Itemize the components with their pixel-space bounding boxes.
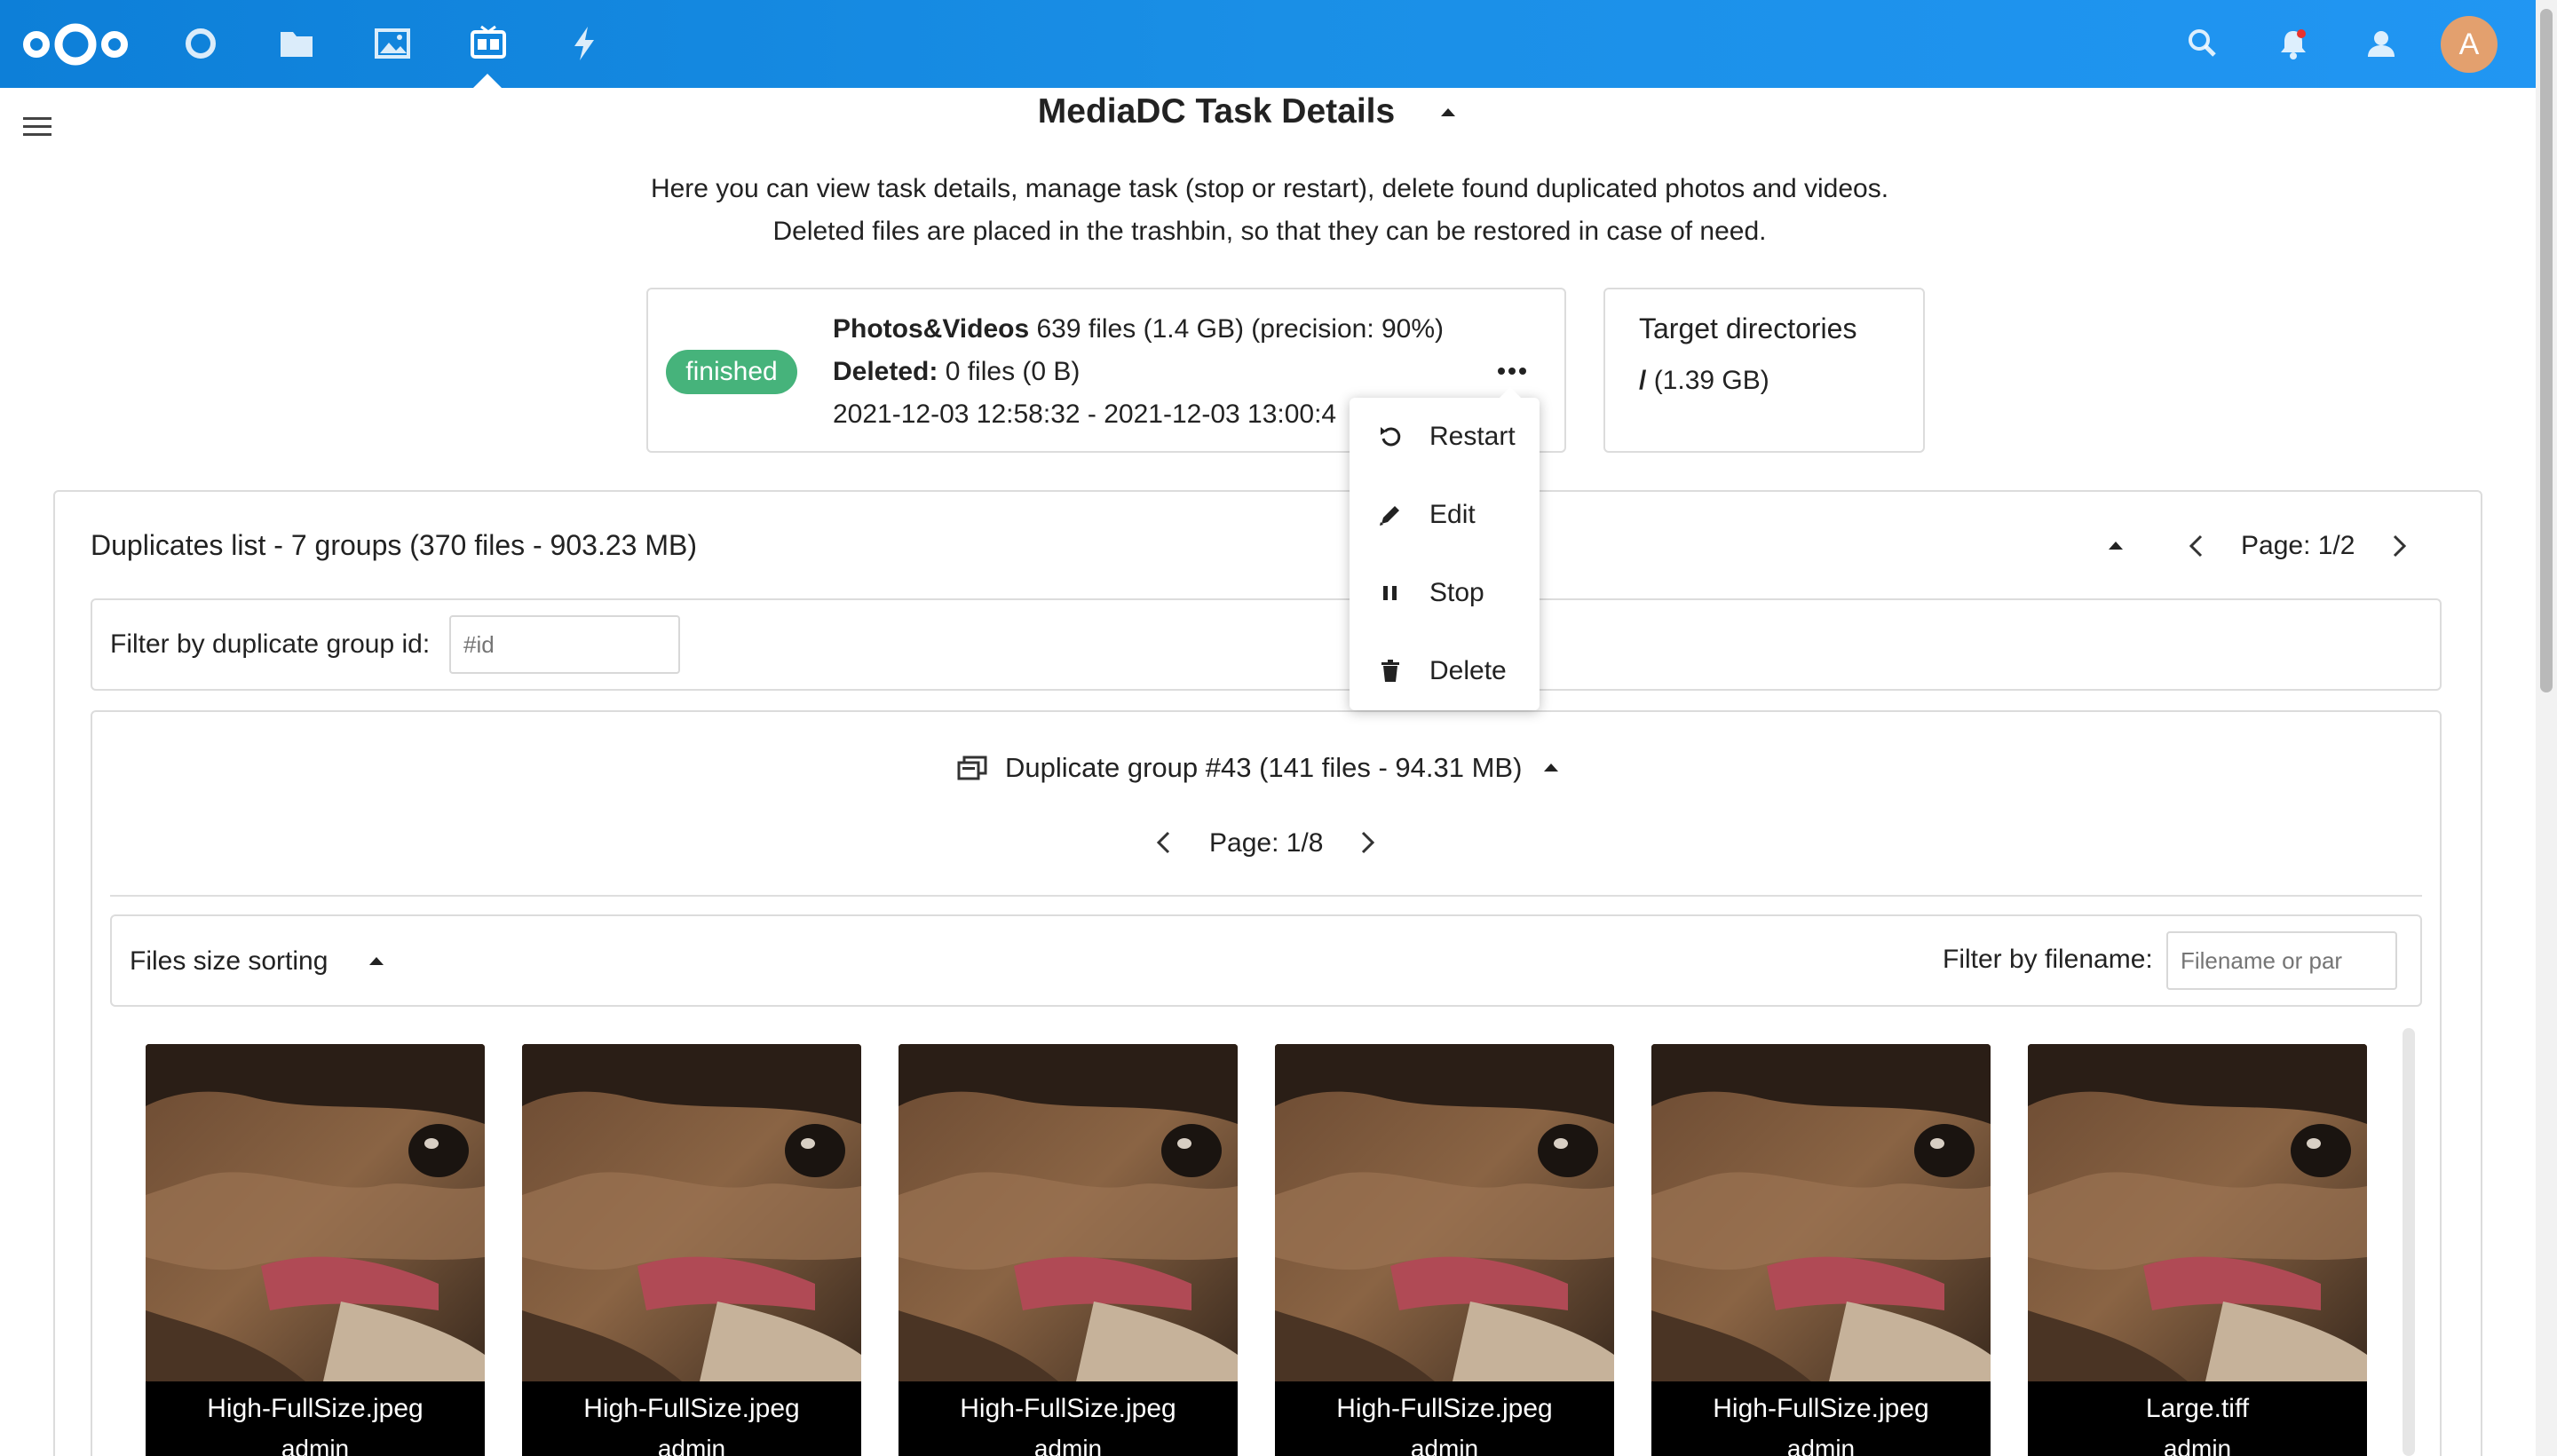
files-size-sorting-label[interactable]: Files size sorting <box>130 946 328 977</box>
duplicate-group-icon <box>957 754 987 782</box>
trash-icon <box>1376 657 1405 685</box>
files-scrollbar[interactable] <box>2403 1028 2415 1456</box>
menu-pointer <box>1499 387 1522 399</box>
next-page-icon[interactable] <box>2385 533 2411 559</box>
prev-page-icon[interactable] <box>2184 533 2211 559</box>
file-thumbnail-card[interactable]: High-FullSize.jpeg admin <box>146 1044 485 1456</box>
files-icon[interactable] <box>276 23 317 64</box>
file-owner: admin <box>1033 1435 1103 1456</box>
contacts-icon[interactable] <box>2363 25 2400 62</box>
file-owner: admin <box>1410 1435 1479 1456</box>
file-owner: admin <box>281 1435 350 1456</box>
status-badge: finished <box>666 350 797 394</box>
file-name: High-FullSize.jpeg <box>207 1394 424 1423</box>
file-name: Large.tiff <box>2145 1394 2250 1423</box>
notifications-icon[interactable] <box>2275 25 2312 62</box>
hamburger-menu-icon[interactable] <box>21 114 53 140</box>
page-description-line1: Here you can view task details, manage t… <box>650 174 1889 203</box>
user-avatar[interactable]: A <box>2441 16 2498 73</box>
task-type-line: Photos&Videos 639 files (1.4 GB) (precis… <box>833 314 1444 344</box>
file-thumbnail-card[interactable]: Large.tiff admin <box>2028 1044 2367 1456</box>
activity-icon[interactable] <box>564 23 605 64</box>
file-name: High-FullSize.jpeg <box>960 1394 1176 1423</box>
menu-item-label: Edit <box>1429 500 1476 529</box>
deleted-detail: 0 files (0 B) <box>945 357 1081 386</box>
duplicates-list-title: Duplicates list - 7 groups (370 files - … <box>91 529 697 561</box>
duplicate-group-title: Duplicate group #43 (141 files - 94.31 M… <box>1005 752 1523 783</box>
restart-icon <box>1376 423 1405 451</box>
menu-item-stop[interactable]: Stop <box>1350 558 1540 629</box>
menu-item-label: Delete <box>1429 656 1507 685</box>
task-deleted-line: Deleted: 0 files (0 B) <box>833 357 1080 387</box>
group-prev-page-icon[interactable] <box>1152 829 1178 856</box>
group-id-filter-box <box>91 598 2442 691</box>
page-title: MediaDC Task Details <box>1037 92 1396 131</box>
filename-filter-label: Filter by filename: <box>1943 945 2153 974</box>
file-name: High-FullSize.jpeg <box>1713 1394 1929 1423</box>
group-id-filter-label: Filter by duplicate group id: <box>110 629 431 659</box>
group-page-indicator: Page: 1/8 <box>1209 828 1324 858</box>
target-directories-title: Target directories <box>1639 313 1857 344</box>
menu-item-restart[interactable]: Restart <box>1350 401 1540 472</box>
duplicates-collapse-caret-icon[interactable] <box>2109 542 2123 550</box>
active-app-indicator <box>472 74 503 89</box>
top-header: A <box>0 0 2557 89</box>
pencil-icon <box>1376 501 1405 529</box>
task-time-range: 2021-12-03 12:58:32 - 2021-12-03 13:00:4 <box>833 400 1337 429</box>
deleted-label: Deleted: <box>833 357 938 386</box>
menu-item-label: Restart <box>1429 422 1516 451</box>
sorting-caret-icon[interactable] <box>369 957 384 965</box>
task-type-detail: 639 files (1.4 GB) (precision: 90%) <box>1036 314 1445 344</box>
menu-item-label: Stop <box>1429 578 1484 607</box>
collapse-caret-icon[interactable] <box>1441 108 1455 116</box>
search-icon[interactable] <box>2184 25 2221 62</box>
task-type-label: Photos&Videos <box>833 314 1030 344</box>
group-next-page-icon[interactable] <box>1353 829 1380 856</box>
dashboard-icon[interactable] <box>180 23 221 64</box>
menu-item-delete[interactable]: Delete <box>1350 636 1540 707</box>
file-thumbnail-card[interactable]: High-FullSize.jpeg admin <box>1275 1044 1614 1456</box>
file-owner: admin <box>2163 1435 2232 1456</box>
dog-photo-image[interactable] <box>1651 1044 1991 1381</box>
file-owner: admin <box>657 1435 726 1456</box>
file-thumbnail-card[interactable]: High-FullSize.jpeg admin <box>899 1044 1238 1456</box>
file-thumbnail-card[interactable]: High-FullSize.jpeg admin <box>1651 1044 1991 1456</box>
target-directory-size: (1.39 GB) <box>1653 366 1769 395</box>
group-divider <box>110 895 2422 897</box>
filename-filter-input[interactable] <box>2166 931 2397 990</box>
photos-icon[interactable] <box>372 23 413 64</box>
file-name: High-FullSize.jpeg <box>1336 1394 1553 1423</box>
target-directory-path: / <box>1639 366 1647 395</box>
dog-photo-image[interactable] <box>899 1044 1238 1381</box>
file-name: High-FullSize.jpeg <box>583 1394 800 1423</box>
dog-photo-image[interactable] <box>1275 1044 1614 1381</box>
file-owner: admin <box>1786 1435 1856 1456</box>
target-directory-entry: / (1.39 GB) <box>1639 366 1769 396</box>
mediadc-icon[interactable] <box>468 23 509 64</box>
duplicates-page-indicator: Page: 1/2 <box>2241 531 2355 560</box>
dog-photo-image[interactable] <box>2028 1044 2367 1381</box>
file-thumbnail-card[interactable]: High-FullSize.jpeg admin <box>522 1044 861 1456</box>
pause-icon <box>1376 579 1405 607</box>
group-id-input[interactable] <box>449 615 680 674</box>
menu-item-edit[interactable]: Edit <box>1350 479 1540 550</box>
nextcloud-logo-icon[interactable] <box>21 20 130 69</box>
task-actions-menu: Restart Edit Stop Delete <box>1350 398 1540 710</box>
more-actions-button[interactable] <box>1492 355 1532 387</box>
dog-photo-image[interactable] <box>522 1044 861 1381</box>
group-collapse-caret-icon[interactable] <box>1544 764 1558 772</box>
page-description-line2: Deleted files are placed in the trashbin… <box>772 217 1767 246</box>
page-scrollbar-thumb[interactable] <box>2540 9 2553 692</box>
dog-photo-image[interactable] <box>146 1044 485 1381</box>
